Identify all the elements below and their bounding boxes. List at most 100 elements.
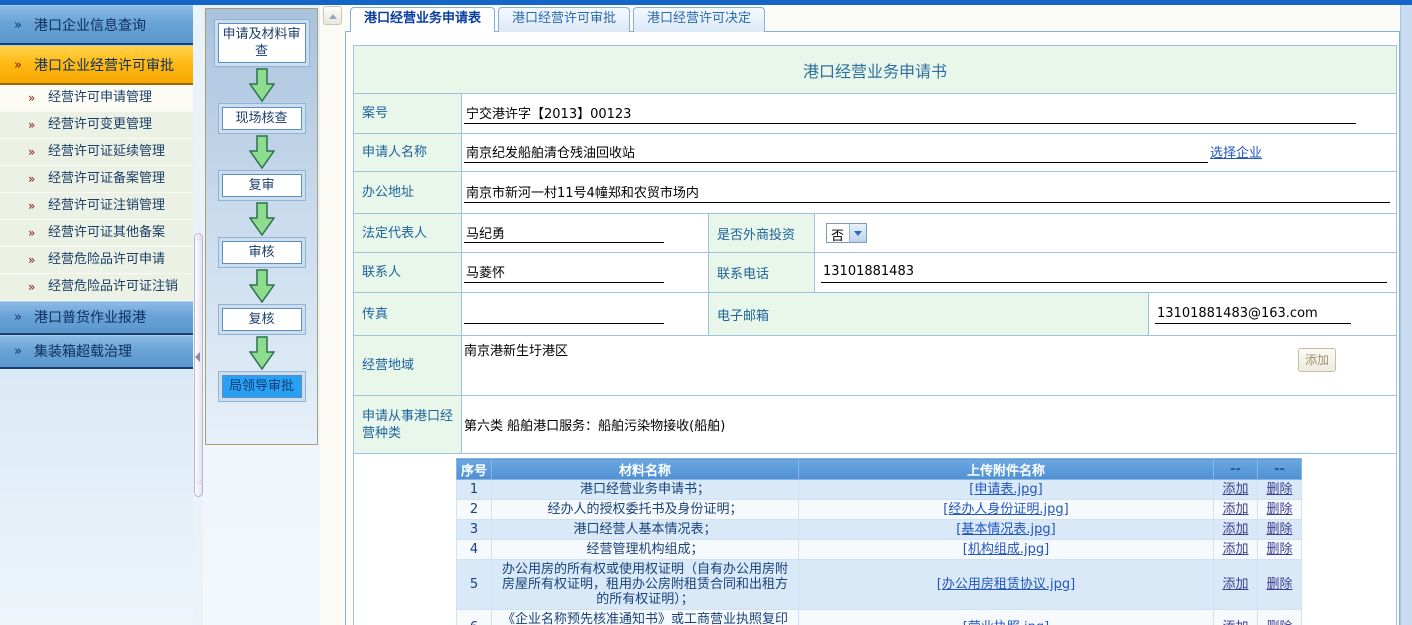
- row-add-link[interactable]: 添加: [1222, 482, 1248, 497]
- attachment-file-link[interactable]: [经办人身份证明.jpg]: [943, 502, 1068, 517]
- menu-arrow-icon: [14, 302, 20, 334]
- submenu-label: 经营许可证其他备案: [48, 225, 165, 240]
- row-add-link[interactable]: 添加: [1222, 577, 1248, 592]
- submenu-label: 经营许可变更管理: [48, 117, 152, 132]
- workflow-step-audit[interactable]: 审核: [218, 237, 306, 268]
- row-delete-link[interactable]: 删除: [1266, 620, 1292, 625]
- tab-business-application-form[interactable]: 港口经营业务申请表: [350, 7, 495, 32]
- row-delete-link[interactable]: 删除: [1266, 577, 1292, 592]
- submenu-item-license-application[interactable]: 经营许可申请管理: [0, 85, 193, 112]
- submenu-label: 经营危险品许可申请: [48, 252, 165, 267]
- region-label: 经营地域: [354, 336, 462, 395]
- email-label: 电子邮箱: [708, 293, 1149, 335]
- workflow-step-re-review[interactable]: 复审: [218, 170, 306, 201]
- row-add-link[interactable]: 添加: [1222, 502, 1248, 517]
- sidebar-item-license-approval[interactable]: 港口企业经营许可审批: [0, 45, 193, 85]
- submenu-item-license-change[interactable]: 经营许可变更管理: [0, 112, 193, 139]
- form-title: 港口经营业务申请书: [354, 46, 1396, 93]
- region-add-button[interactable]: 添加: [1298, 348, 1336, 372]
- legal-rep-input[interactable]: [464, 223, 664, 243]
- sidebar-item-container-overload[interactable]: 集装箱超载治理: [0, 335, 193, 369]
- menu-arrow-icon: [28, 247, 33, 273]
- submenu-item-license-record[interactable]: 经营许可证备案管理: [0, 166, 193, 193]
- workflow-step-site-check[interactable]: 现场核查: [218, 103, 306, 134]
- row-no: 5: [457, 560, 492, 610]
- email-input[interactable]: [1155, 304, 1351, 324]
- menu-arrow-icon: [28, 274, 33, 300]
- attachments-section: 序号 材料名称 上传附件名称 -- -- 1 港口经营业务申请书； [申请表.j…: [354, 454, 1396, 625]
- flow-down-arrow-icon: [249, 201, 275, 237]
- select-company-link[interactable]: 选择企业: [1210, 142, 1262, 161]
- attachment-file-link[interactable]: [机构组成.jpg]: [963, 542, 1049, 557]
- tab-bar: 港口经营业务申请表 港口经营许可审批 港口经营许可决定: [345, 7, 768, 32]
- row-no: 3: [457, 520, 492, 540]
- col-header-file: 上传附件名称: [799, 459, 1214, 480]
- row-delete-link[interactable]: 删除: [1266, 482, 1292, 497]
- flow-down-arrow-icon: [249, 268, 275, 304]
- dropdown-arrow-icon[interactable]: [849, 224, 866, 242]
- row-delete-link[interactable]: 删除: [1266, 522, 1292, 537]
- sidebar-item-general-cargo-report[interactable]: 港口普货作业报港: [0, 301, 193, 335]
- row-material: 港口经营业务申请书；: [492, 480, 799, 500]
- workflow-step-label: 复核: [222, 308, 302, 331]
- row-material: 经营管理机构组成；: [492, 540, 799, 560]
- row-add-link[interactable]: 添加: [1222, 522, 1248, 537]
- col-header-material: 材料名称: [492, 459, 799, 480]
- case-no-input[interactable]: [464, 104, 1356, 124]
- workflow-step-label: 申请及材料审查: [218, 23, 306, 63]
- attachment-file-link[interactable]: [基本情况表.jpg]: [956, 522, 1055, 537]
- submenu-item-dangerous-goods-cancel[interactable]: 经营危险品许可证注销: [0, 274, 193, 301]
- col-header-add: --: [1214, 459, 1258, 480]
- applicant-input[interactable]: [464, 143, 1208, 163]
- sidebar: 港口企业信息查询 港口企业经营许可审批 经营许可申请管理 经营许可变更管理 经营…: [0, 5, 193, 625]
- row-material: 港口经营人基本情况表；: [492, 520, 799, 540]
- application-form: 港口经营业务申请书 案号 申请人名称 选择企业 办公地址: [353, 45, 1397, 625]
- row-no: 6: [457, 610, 492, 625]
- table-row: 3 港口经营人基本情况表； [基本情况表.jpg] 添加 删除: [457, 520, 1302, 540]
- category-value: 第六类 船舶港口服务：船舶污染物接收(船舶): [464, 415, 725, 434]
- row-add-link[interactable]: 添加: [1222, 542, 1248, 557]
- row-add-link[interactable]: 添加: [1222, 620, 1248, 625]
- row-no: 2: [457, 500, 492, 520]
- submenu-item-license-renewal[interactable]: 经营许可证延续管理: [0, 139, 193, 166]
- right-scrollbar-track[interactable]: [1400, 5, 1412, 625]
- sidebar-item-label: 港口普货作业报港: [34, 310, 146, 326]
- contact-input[interactable]: [464, 263, 664, 283]
- row-delete-link[interactable]: 删除: [1266, 542, 1292, 557]
- region-value: 南京港新生圩港区: [464, 340, 568, 359]
- workflow-step-recheck[interactable]: 复核: [218, 304, 306, 335]
- flow-down-arrow-icon: [249, 67, 275, 103]
- submenu-item-license-cancel[interactable]: 经营许可证注销管理: [0, 193, 193, 220]
- menu-arrow-icon: [28, 166, 33, 192]
- menu-arrow-icon: [28, 85, 33, 111]
- submenu-item-dangerous-goods-apply[interactable]: 经营危险品许可申请: [0, 247, 193, 274]
- phone-input[interactable]: [821, 263, 1387, 283]
- legal-rep-label: 法定代表人: [354, 214, 462, 252]
- workflow-step-label: 复审: [222, 174, 302, 197]
- address-label: 办公地址: [354, 172, 462, 213]
- tab-license-decision[interactable]: 港口经营许可决定: [633, 7, 765, 32]
- sidebar-splitter[interactable]: [194, 233, 203, 497]
- workflow-step-label: 局领导审批: [222, 375, 302, 398]
- sidebar-item-port-enterprise-info[interactable]: 港口企业信息查询: [0, 5, 193, 45]
- attachment-file-link[interactable]: [办公用房租赁协议.jpg]: [937, 577, 1075, 592]
- foreign-invest-select[interactable]: 否: [826, 223, 867, 243]
- submenu-item-license-other-record[interactable]: 经营许可证其他备案: [0, 220, 193, 247]
- fax-label: 传真: [354, 293, 462, 335]
- workflow-step-director-approval[interactable]: 局领导审批: [218, 371, 306, 402]
- menu-arrow-icon: [28, 220, 33, 246]
- row-no: 1: [457, 480, 492, 500]
- vertical-scrollbar[interactable]: [322, 5, 343, 625]
- row-delete-link[interactable]: 删除: [1266, 502, 1292, 517]
- tab-license-approval[interactable]: 港口经营许可审批: [498, 7, 630, 32]
- workflow-step-application-review[interactable]: 申请及材料审查: [214, 19, 310, 67]
- attachments-header-row: 序号 材料名称 上传附件名称 -- --: [457, 459, 1302, 480]
- attachment-file-link[interactable]: [营业执照.jpg]: [963, 620, 1049, 625]
- address-input[interactable]: [464, 183, 1390, 203]
- row-no: 4: [457, 540, 492, 560]
- attachments-table: 序号 材料名称 上传附件名称 -- -- 1 港口经营业务申请书； [申请表.j…: [456, 458, 1302, 625]
- splitter-collapse-icon[interactable]: [195, 352, 200, 362]
- scroll-up-icon[interactable]: [323, 6, 342, 25]
- fax-input[interactable]: [464, 304, 664, 324]
- attachment-file-link[interactable]: [申请表.jpg]: [969, 482, 1042, 497]
